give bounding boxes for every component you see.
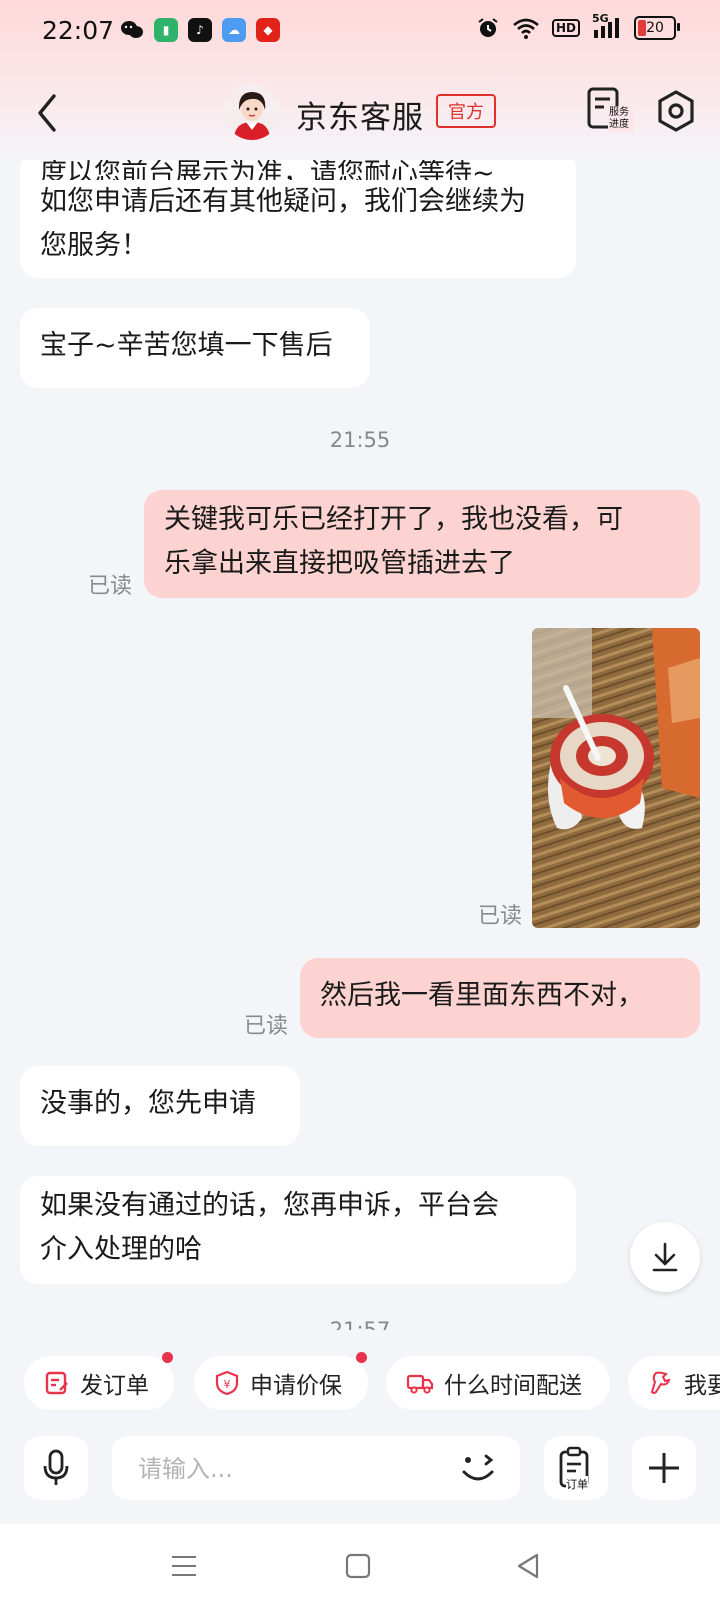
message-bubble: 没事的，您先申请 — [20, 1066, 300, 1146]
read-status: 已读 — [478, 904, 523, 929]
plus-icon — [649, 1453, 679, 1483]
message-timestamp: 21:57 — [329, 1318, 391, 1330]
quick-action-label: 我要 — [684, 1373, 720, 1399]
input-bar: 订单 — [0, 1420, 720, 1520]
settings-hexagon-icon[interactable] — [654, 88, 698, 136]
message-text: 没事的，您先申请 — [40, 1088, 256, 1119]
message-bubble: 然后我一看里面东西不对， — [300, 958, 700, 1038]
wifi-icon — [513, 18, 539, 39]
signal-icon: 5G — [592, 12, 622, 40]
menu-icon[interactable] — [170, 1552, 198, 1580]
message-photo[interactable] — [532, 628, 700, 928]
quick-action-delivery-time[interactable]: 什么时间配送 — [386, 1356, 610, 1410]
quick-action-label: 申请价保 — [250, 1373, 342, 1399]
emoji-wink-icon[interactable] — [458, 1450, 498, 1486]
message-text: 关键我可乐已经打开了，我也没看，可 — [164, 504, 623, 535]
message-text: 如您申请后还有其他疑问，我们会继续为您服务！ — [40, 186, 526, 261]
quick-action-more[interactable]: 我要 — [628, 1356, 720, 1410]
message-text: 介入处理的哈 — [40, 1234, 202, 1265]
weather-icon: ☁ — [222, 18, 246, 42]
message-text: 乐拿出来直接把吸管插进去了 — [164, 548, 515, 579]
jd-app-icon: ◆ — [256, 18, 280, 42]
chat-area[interactable]: 度以您前台展示为准，请您耐心等待~ 如您申请后还有其他疑问，我们会继续为您服务！… — [0, 0, 720, 1330]
microphone-icon — [43, 1449, 69, 1485]
message-text: 然后我一看里面东西不对， — [320, 980, 644, 1011]
message-input[interactable] — [136, 1448, 440, 1490]
scroll-to-bottom-button[interactable] — [630, 1222, 700, 1292]
page-title: 京东客服 — [296, 100, 424, 136]
battery-app-icon: ▮ — [154, 18, 178, 42]
alarm-icon — [478, 18, 498, 37]
download-arrow-icon — [652, 1242, 678, 1272]
agent-avatar[interactable] — [224, 84, 280, 140]
order-button[interactable]: 订单 — [544, 1436, 608, 1500]
message-input-field[interactable] — [112, 1436, 520, 1500]
quick-action-send-order[interactable]: 发订单 — [24, 1352, 174, 1410]
system-status: HD 5G 20 — [476, 12, 680, 40]
status-time: 22:07 — [42, 16, 115, 45]
voice-button[interactable] — [24, 1436, 88, 1500]
quick-action-price-protect[interactable]: ¥ 申请价保 — [194, 1352, 368, 1410]
read-status: 已读 — [244, 1014, 289, 1039]
order-button-label: 订单 — [566, 1476, 588, 1492]
message-bubble: 度以您前台展示为准，请您耐心等待~ 如您申请后还有其他疑问，我们会继续为您服务！ — [20, 150, 576, 278]
message-text: 如果没有通过的话，您再申诉，平台会 — [40, 1190, 499, 1221]
notification-dot — [356, 1352, 367, 1363]
home-square-icon[interactable] — [344, 1552, 372, 1580]
more-plus-button[interactable] — [632, 1436, 696, 1500]
order-send-icon — [45, 1371, 68, 1395]
message-timestamp: 21:55 — [329, 428, 391, 452]
nav-bar: 京东客服 官方 服务进度 — [0, 70, 720, 158]
service-progress-label: 服务进度 — [608, 106, 634, 132]
quick-actions-bar[interactable]: 发订单 ¥ 申请价保 什么时间配送 我要 — [0, 1352, 720, 1416]
top-header: 22:07 ▮ ♪ ☁ ◆ HD 5G 20 京东客服 官方 服务进度 — [0, 0, 720, 160]
delivery-truck-icon — [406, 1374, 434, 1394]
notification-icons: ▮ ♪ ☁ ◆ — [120, 18, 280, 42]
message-bubble: 宝子~辛苦您填一下售后 — [20, 308, 370, 388]
avatar-image — [224, 84, 280, 140]
photo-image — [532, 628, 700, 928]
hd-badge: HD — [551, 19, 580, 37]
message-bubble: 如果没有通过的话，您再申诉，平台会 介入处理的哈 — [20, 1176, 576, 1284]
system-navigation-bar — [0, 1524, 720, 1612]
back-arrow-icon[interactable] — [28, 88, 68, 138]
service-progress-button[interactable]: 服务进度 — [586, 86, 636, 138]
quick-action-label: 发订单 — [80, 1373, 149, 1399]
price-protect-icon: ¥ — [215, 1370, 239, 1396]
battery-level: 20 — [646, 20, 664, 36]
tiktok-icon: ♪ — [188, 18, 212, 42]
svg-text:¥: ¥ — [224, 1378, 231, 1391]
read-status: 已读 — [88, 574, 133, 599]
wechat-icon — [120, 18, 144, 42]
wrench-icon — [650, 1371, 671, 1394]
battery-indicator: 20 — [634, 16, 680, 40]
message-bubble: 关键我可乐已经打开了，我也没看，可 乐拿出来直接把吸管插进去了 — [144, 490, 700, 598]
message-text: 宝子~辛苦您填一下售后 — [40, 330, 333, 361]
notification-dot — [162, 1352, 173, 1363]
back-triangle-icon[interactable] — [514, 1552, 542, 1580]
status-bar: 22:07 ▮ ♪ ☁ ◆ HD 5G 20 — [0, 0, 720, 64]
official-badge: 官方 — [436, 94, 496, 128]
quick-action-label: 什么时间配送 — [444, 1373, 582, 1399]
